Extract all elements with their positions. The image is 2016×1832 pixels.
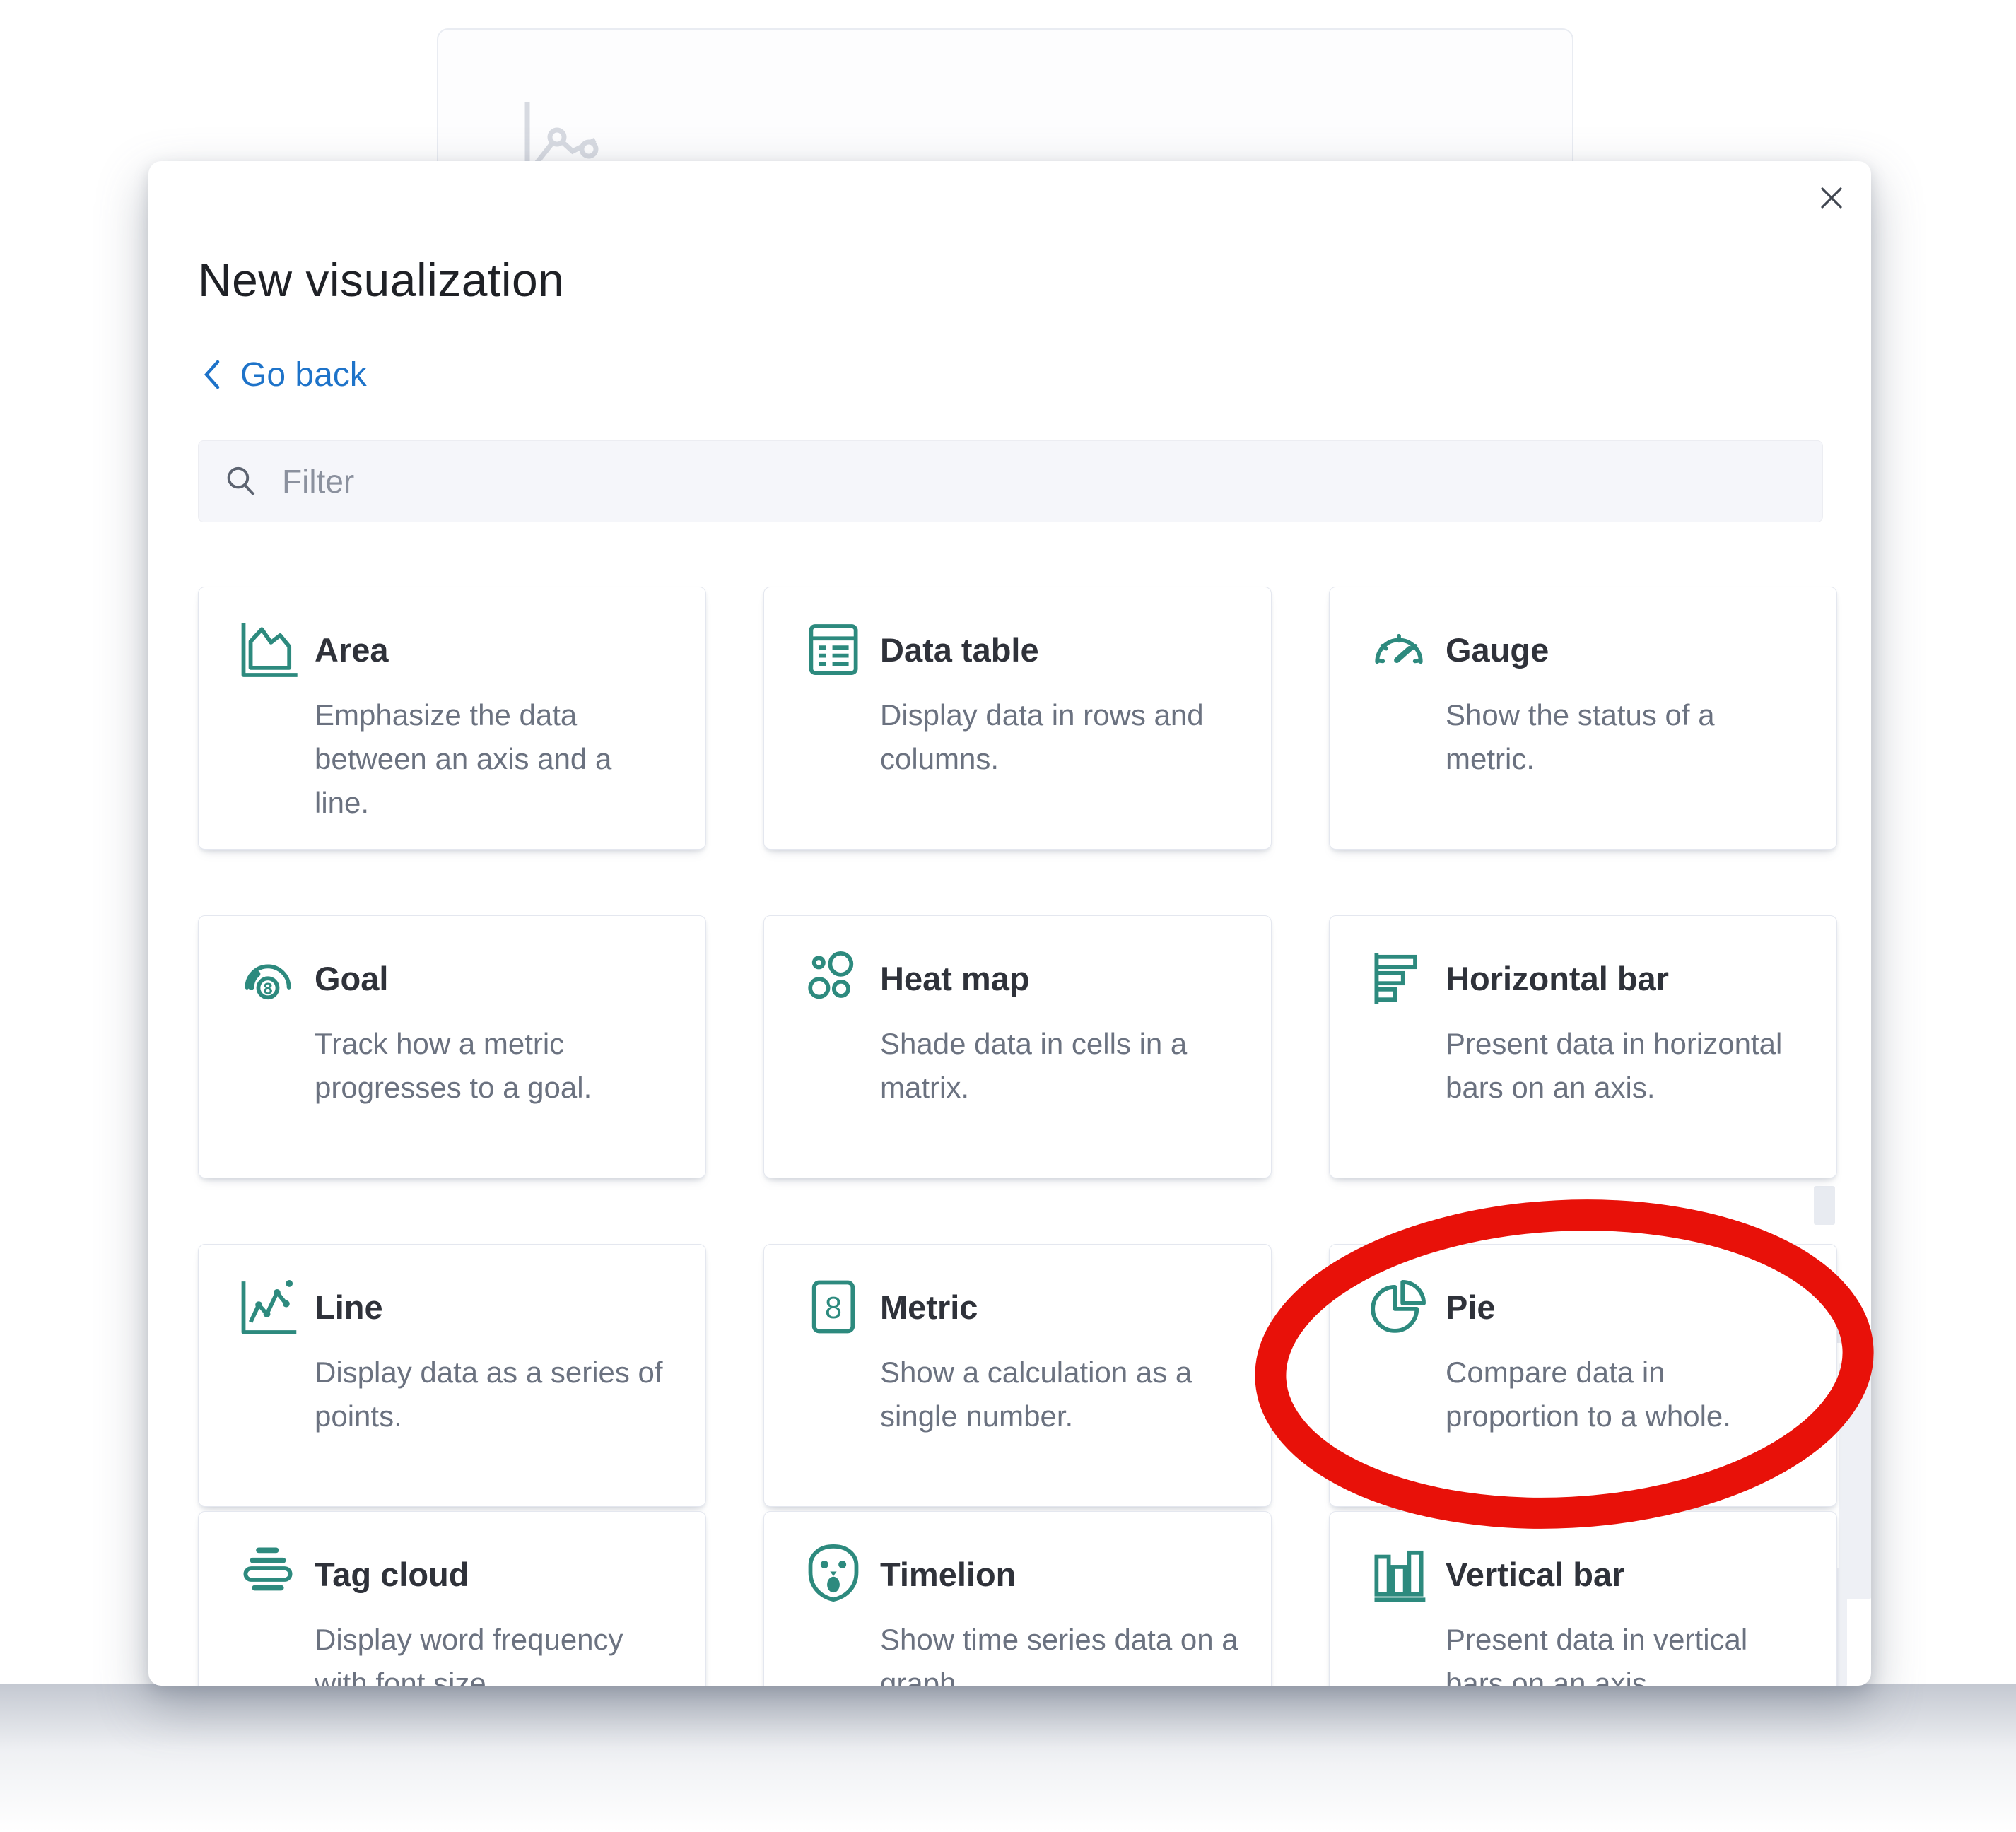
filter-field bbox=[198, 440, 1823, 522]
gauge-icon bbox=[1366, 617, 1431, 682]
pie-chart-icon bbox=[1366, 1274, 1431, 1339]
search-icon bbox=[223, 463, 259, 500]
card-title: Gauge bbox=[1446, 617, 1815, 682]
card-description: Show time series data on a graph. bbox=[880, 1618, 1240, 1686]
vis-card-pie[interactable]: Pie Compare data in proportion to a whol… bbox=[1329, 1244, 1837, 1507]
card-title: Area bbox=[315, 617, 684, 682]
go-back-link[interactable]: Go back bbox=[201, 355, 367, 394]
heat-map-icon bbox=[801, 946, 866, 1011]
card-title: Timelion bbox=[880, 1542, 1250, 1607]
area-chart-icon bbox=[235, 617, 300, 682]
close-icon bbox=[1816, 182, 1847, 213]
vertical-bar-icon bbox=[1366, 1542, 1431, 1607]
card-title: Vertical bar bbox=[1446, 1542, 1815, 1607]
vis-card-gauge[interactable]: Gauge Show the status of a metric. bbox=[1329, 587, 1837, 850]
vis-card-horizontal-bar[interactable]: Horizontal bar Present data in horizonta… bbox=[1329, 915, 1837, 1178]
card-description: Show a calculation as a single number. bbox=[880, 1351, 1240, 1438]
card-description: Shade data in cells in a matrix. bbox=[880, 1022, 1240, 1110]
filter-input[interactable] bbox=[259, 440, 1822, 522]
card-title: Pie bbox=[1446, 1274, 1815, 1339]
modal-drop-shadow bbox=[0, 1684, 2016, 1832]
vis-card-line[interactable]: Line Display data as a series of points. bbox=[198, 1244, 706, 1507]
chevron-left-icon bbox=[201, 358, 222, 391]
modal-title: New visualization bbox=[198, 253, 564, 307]
vis-card-metric[interactable]: 8 Metric Show a calculation as a single … bbox=[763, 1244, 1272, 1507]
card-title: Heat map bbox=[880, 946, 1250, 1011]
card-description: Display data as a series of points. bbox=[315, 1351, 674, 1438]
card-description: Track how a metric progresses to a goal. bbox=[315, 1022, 674, 1110]
ghost-mark bbox=[1814, 1186, 1835, 1225]
new-visualization-modal: New visualization Go back Area Emphasize… bbox=[148, 161, 1871, 1686]
timelion-icon bbox=[801, 1542, 866, 1607]
card-description: Compare data in proportion to a whole. bbox=[1446, 1351, 1805, 1438]
vis-card-vertical-bar[interactable]: Vertical bar Present data in vertical ba… bbox=[1329, 1511, 1837, 1686]
card-description: Present data in vertical bars on an axis… bbox=[1446, 1618, 1805, 1686]
card-title: Metric bbox=[880, 1274, 1250, 1339]
go-back-label: Go back bbox=[240, 356, 367, 394]
card-title: Goal bbox=[315, 946, 684, 1011]
card-title: Data table bbox=[880, 617, 1250, 682]
data-table-icon bbox=[801, 617, 866, 682]
vis-card-timelion[interactable]: Timelion Show time series data on a grap… bbox=[763, 1511, 1272, 1686]
card-title: Line bbox=[315, 1274, 684, 1339]
close-button[interactable] bbox=[1810, 177, 1853, 219]
svg-text:8: 8 bbox=[263, 979, 272, 997]
vis-card-goal[interactable]: 8 Goal Track how a metric progresses to … bbox=[198, 915, 706, 1178]
vis-card-heat-map[interactable]: Heat map Shade data in cells in a matrix… bbox=[763, 915, 1272, 1178]
vis-card-area[interactable]: Area Emphasize the data between an axis … bbox=[198, 587, 706, 850]
ghost-mark bbox=[1839, 1363, 1871, 1599]
card-description: Emphasize the data between an axis and a… bbox=[315, 693, 674, 825]
metric-icon: 8 bbox=[801, 1274, 866, 1339]
card-description: Display data in rows and columns. bbox=[880, 693, 1240, 781]
vis-card-data-table[interactable]: Data table Display data in rows and colu… bbox=[763, 587, 1272, 850]
card-description: Show the status of a metric. bbox=[1446, 693, 1805, 781]
goal-icon: 8 bbox=[235, 946, 300, 1011]
card-title: Tag cloud bbox=[315, 1542, 684, 1607]
svg-text:8: 8 bbox=[825, 1291, 842, 1325]
card-description: Present data in horizontal bars on an ax… bbox=[1446, 1022, 1805, 1110]
tag-cloud-icon bbox=[235, 1542, 300, 1607]
vis-card-tag-cloud[interactable]: Tag cloud Display word frequency with fo… bbox=[198, 1511, 706, 1686]
card-title: Horizontal bar bbox=[1446, 946, 1815, 1011]
line-chart-icon bbox=[235, 1274, 300, 1339]
horizontal-bar-icon bbox=[1366, 946, 1431, 1011]
card-description: Display word frequency with font size. bbox=[315, 1618, 674, 1686]
